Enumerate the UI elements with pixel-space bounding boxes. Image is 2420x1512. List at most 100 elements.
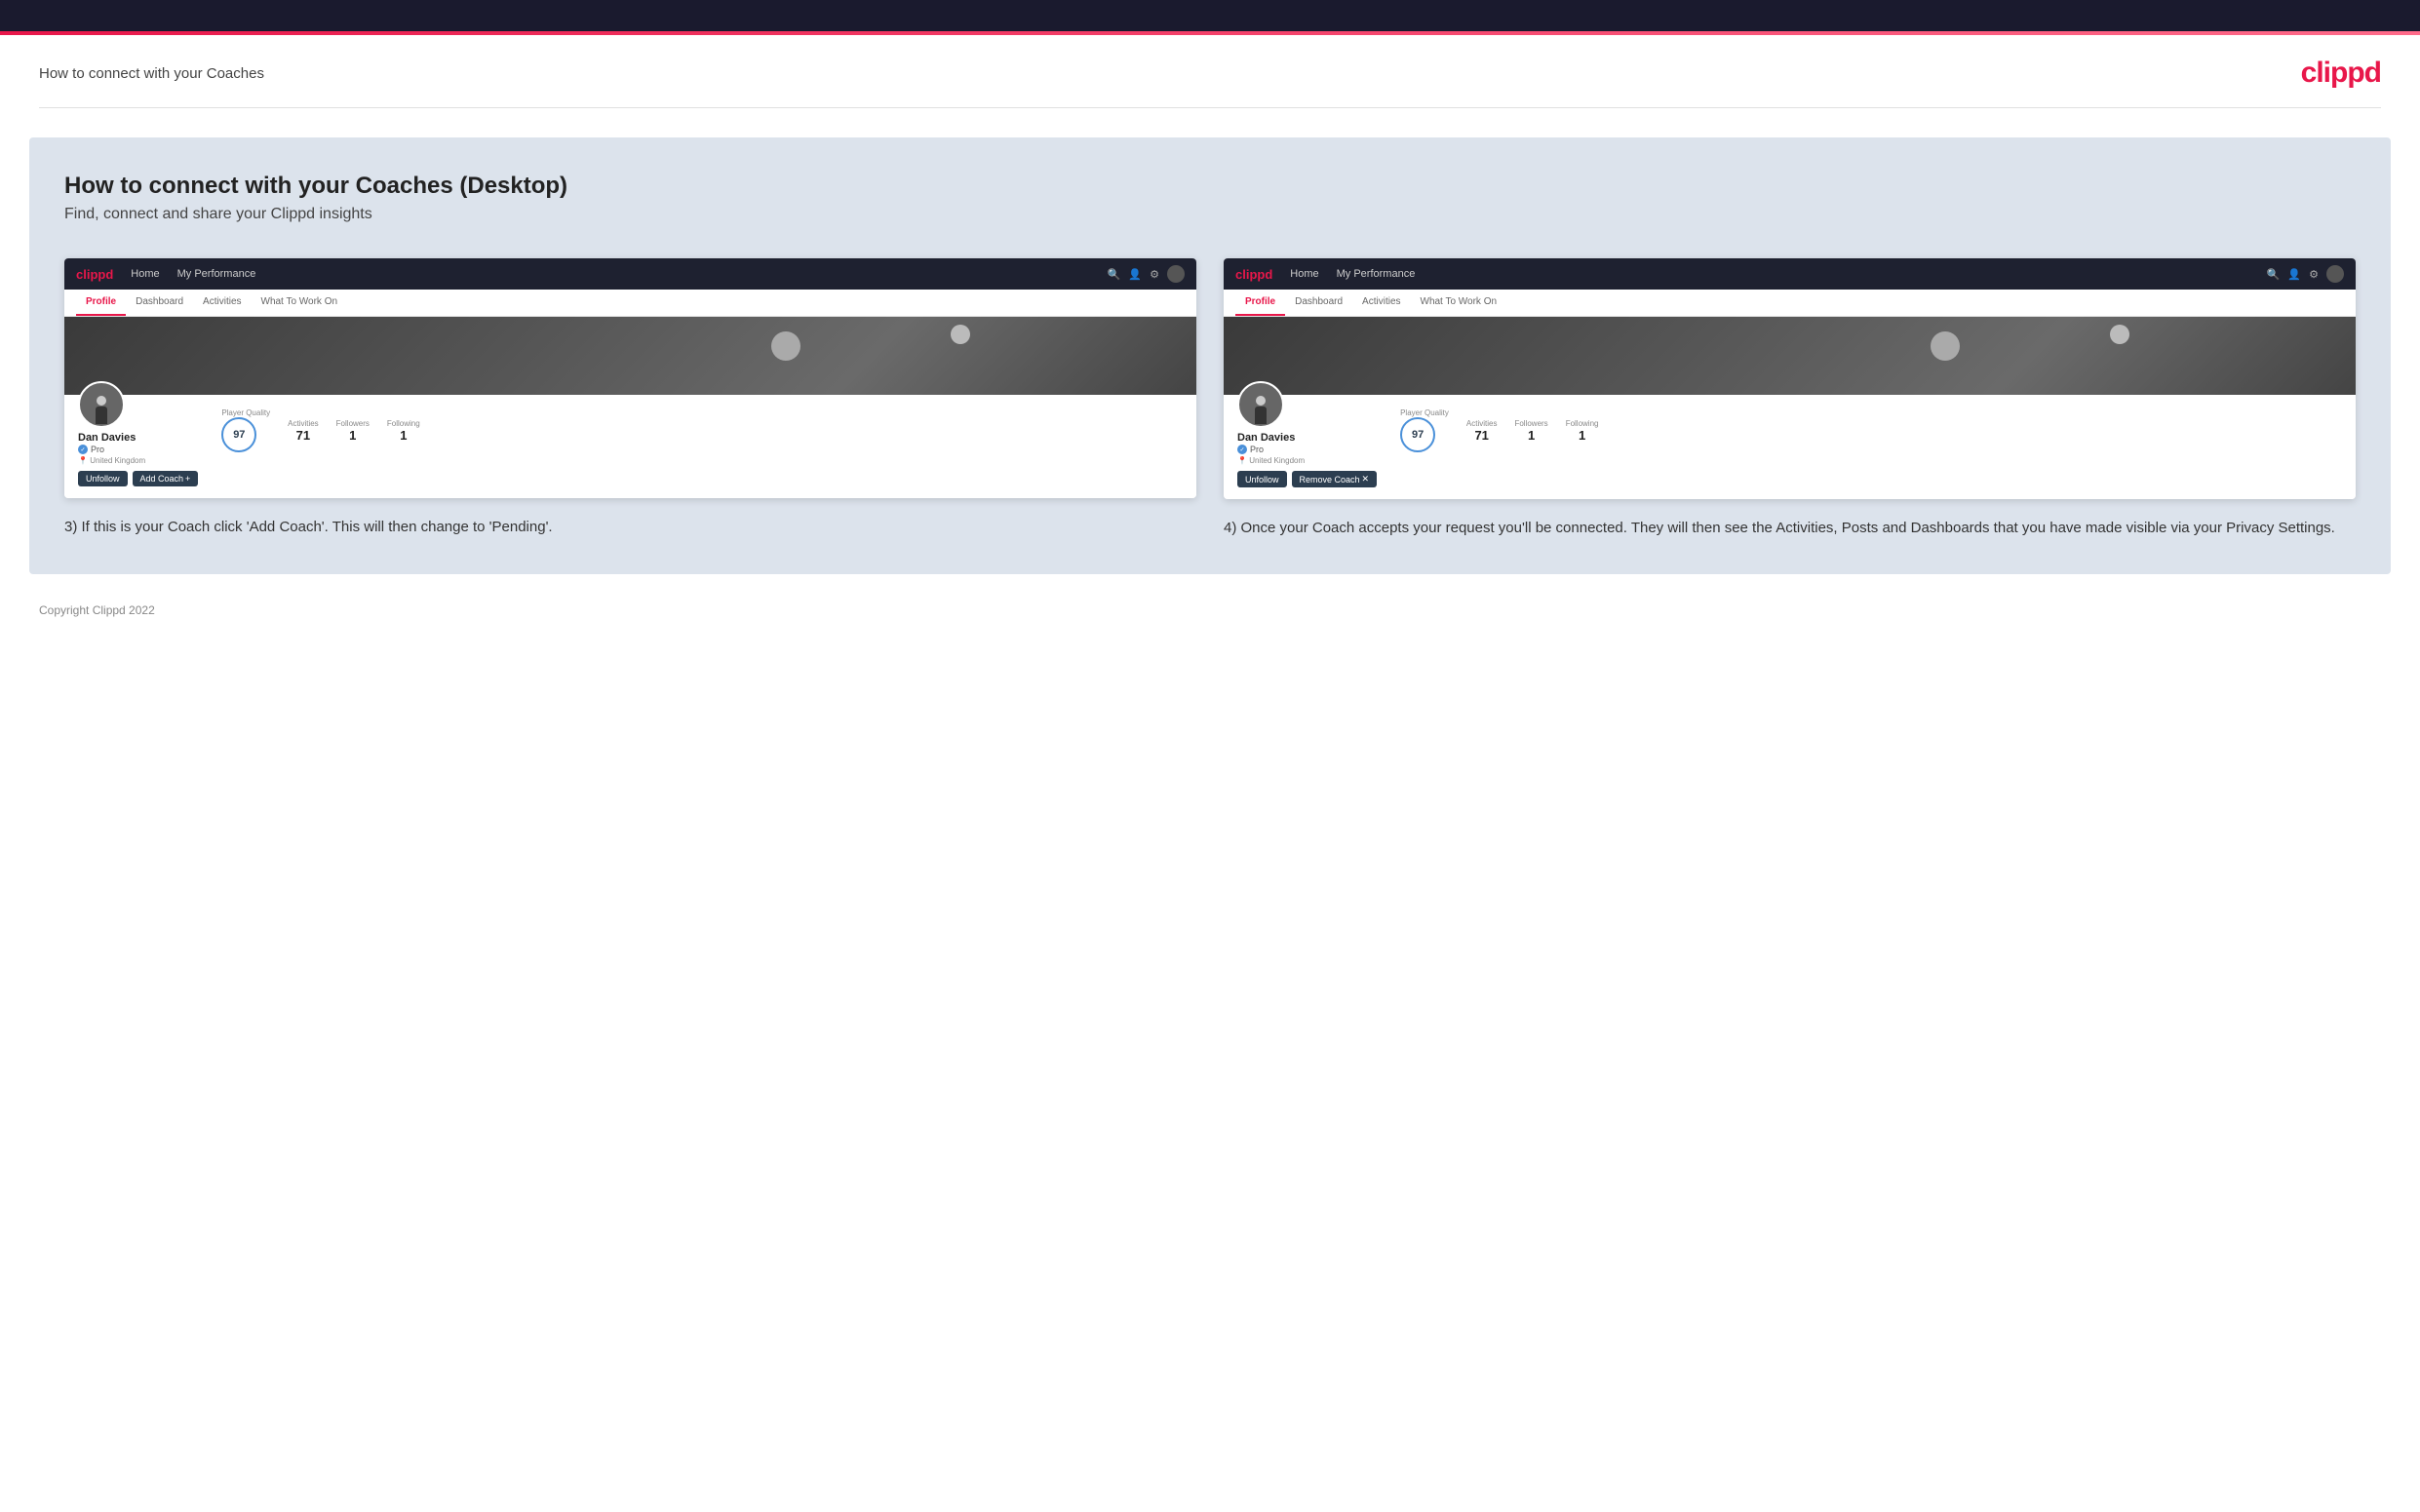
remove-coach-x: ✕: [1362, 474, 1370, 485]
remove-coach-button[interactable]: Remove Coach ✕: [1292, 471, 1378, 487]
mock-nav-icons-1: 🔍 👤 ⚙: [1108, 265, 1185, 283]
tab-dashboard-2[interactable]: Dashboard: [1285, 290, 1352, 316]
avatar-head-2: [1256, 396, 1266, 406]
avatar-head-1: [97, 396, 106, 406]
followers-label-2: Followers: [1514, 419, 1547, 428]
copyright-text: Copyright Clippd 2022: [39, 603, 155, 617]
tab-whattoworkon-2[interactable]: What To Work On: [1411, 290, 1507, 316]
mock-nav-icons-2: 🔍 👤 ⚙: [2267, 265, 2344, 283]
tab-whattoworkon-1[interactable]: What To Work On: [252, 290, 348, 316]
following-label-2: Following: [1566, 419, 1599, 428]
mock-profile-section-1: Dan Davies ✓ Pro 📍 United Kingdom: [64, 395, 1196, 498]
user-icon-1: 👤: [1128, 268, 1142, 281]
mock-stats-1: Player Quality 97 Activities 71 Follower: [221, 408, 419, 452]
search-icon-2: 🔍: [2267, 268, 2281, 281]
settings-icon-2: ⚙: [2309, 268, 2319, 281]
mock-hero-circle-1: [771, 331, 800, 361]
mock-profile-left-1: Dan Davies ✓ Pro 📍 United Kingdom: [78, 403, 198, 486]
quality-stat-1: Player Quality 97: [221, 408, 270, 452]
followers-stat-1: Followers 1: [336, 419, 370, 443]
mock-stats-2: Player Quality 97 Activities 71 Follower: [1400, 408, 1598, 452]
quality-value-1: 97: [233, 429, 245, 441]
page-header: How to connect with your Coaches clippd: [0, 35, 2420, 107]
mock-logo-1: clippd: [76, 267, 113, 282]
pro-text-2: Pro: [1250, 445, 1264, 454]
unfollow-button-2[interactable]: Unfollow: [1237, 471, 1287, 487]
tab-profile-1[interactable]: Profile: [76, 290, 126, 316]
remove-coach-label: Remove Coach: [1300, 475, 1360, 485]
footer: Copyright Clippd 2022: [0, 594, 2420, 635]
mock-hero-img-1: [64, 317, 1196, 395]
followers-value-1: 1: [336, 428, 370, 443]
location-icon-2: 📍: [1237, 456, 1247, 465]
check-icon-2: ✓: [1237, 445, 1247, 454]
mock-profile-section-2: Dan Davies ✓ Pro 📍 United Kingdom: [1224, 395, 2356, 499]
add-coach-label-1: Add Coach: [140, 474, 184, 484]
mock-nav-performance-2: My Performance: [1337, 268, 1416, 280]
screenshot-1: clippd Home My Performance 🔍 👤 ⚙ Profile…: [64, 258, 1196, 498]
location-text-1: United Kingdom: [90, 456, 145, 465]
activities-stat-1: Activities 71: [288, 419, 319, 443]
location-2: 📍 United Kingdom: [1237, 456, 1377, 465]
mock-hero-circle2-1: [951, 325, 970, 344]
mock-avatar-wrap-2: [1237, 381, 1377, 428]
mock-hero-1: [64, 317, 1196, 395]
followers-stat-2: Followers 1: [1514, 419, 1547, 443]
checkmark-2: ✓: [1239, 446, 1244, 453]
screenshots-row: clippd Home My Performance 🔍 👤 ⚙ Profile…: [64, 258, 2356, 539]
quality-circle-1: 97: [221, 417, 256, 452]
page-header-title: How to connect with your Coaches: [39, 65, 264, 82]
mock-nav-home-2: Home: [1290, 268, 1318, 280]
tab-activities-2[interactable]: Activities: [1352, 290, 1410, 316]
location-1: 📍 United Kingdom: [78, 456, 198, 465]
mock-nav-performance-1: My Performance: [177, 268, 256, 280]
pro-badge-1: ✓ Pro: [78, 445, 198, 454]
pro-text-1: Pro: [91, 445, 104, 454]
mock-tabs-2: Profile Dashboard Activities What To Wor…: [1224, 290, 2356, 317]
mock-profile-left-2: Dan Davies ✓ Pro 📍 United Kingdom: [1237, 403, 1377, 487]
quality-label-2: Player Quality: [1400, 408, 1449, 417]
location-icon-1: 📍: [78, 456, 88, 465]
main-subtitle: Find, connect and share your Clippd insi…: [64, 206, 2356, 223]
avatar-icon-2: [2326, 265, 2344, 283]
activities-label-1: Activities: [288, 419, 319, 428]
location-text-2: United Kingdom: [1249, 456, 1305, 465]
checkmark-1: ✓: [80, 446, 85, 453]
mock-hero-circle2-2: [2110, 325, 2129, 344]
add-coach-button-1[interactable]: Add Coach +: [133, 471, 199, 486]
description-step3: 3) If this is your Coach click 'Add Coac…: [64, 516, 1196, 538]
player-name-2: Dan Davies: [1237, 432, 1377, 444]
top-bar: [0, 0, 2420, 31]
mock-buttons-1: Unfollow Add Coach +: [78, 471, 198, 486]
tab-activities-1[interactable]: Activities: [193, 290, 251, 316]
mock-nav-2: clippd Home My Performance 🔍 👤 ⚙: [1224, 258, 2356, 290]
activities-value-2: 71: [1466, 428, 1498, 443]
activities-stat-2: Activities 71: [1466, 419, 1498, 443]
avatar-icon-1: [1167, 265, 1185, 283]
avatar-2: [1237, 381, 1284, 428]
settings-icon-1: ⚙: [1150, 268, 1159, 281]
tab-profile-2[interactable]: Profile: [1235, 290, 1285, 316]
quality-value-2: 97: [1412, 429, 1424, 441]
header-divider: [39, 107, 2381, 108]
unfollow-button-1[interactable]: Unfollow: [78, 471, 128, 486]
tab-dashboard-1[interactable]: Dashboard: [126, 290, 193, 316]
mock-nav-home-1: Home: [131, 268, 159, 280]
mock-buttons-2: Unfollow Remove Coach ✕: [1237, 471, 1377, 487]
main-content: How to connect with your Coaches (Deskto…: [29, 137, 2391, 574]
add-coach-plus-1: +: [185, 474, 190, 484]
mock-logo-2: clippd: [1235, 267, 1272, 282]
following-label-1: Following: [387, 419, 420, 428]
mock-profile-row-1: Dan Davies ✓ Pro 📍 United Kingdom: [78, 403, 1183, 486]
check-icon-1: ✓: [78, 445, 88, 454]
mock-hero-img-2: [1224, 317, 2356, 395]
following-value-2: 1: [1566, 428, 1599, 443]
following-stat-2: Following 1: [1566, 419, 1599, 443]
activities-value-1: 71: [288, 428, 319, 443]
mock-hero-circle-2: [1931, 331, 1960, 361]
activities-label-2: Activities: [1466, 419, 1498, 428]
mock-hero-2: [1224, 317, 2356, 395]
main-title: How to connect with your Coaches (Deskto…: [64, 173, 2356, 200]
clippd-logo: clippd: [2301, 57, 2381, 90]
avatar-body-1: [96, 407, 107, 424]
